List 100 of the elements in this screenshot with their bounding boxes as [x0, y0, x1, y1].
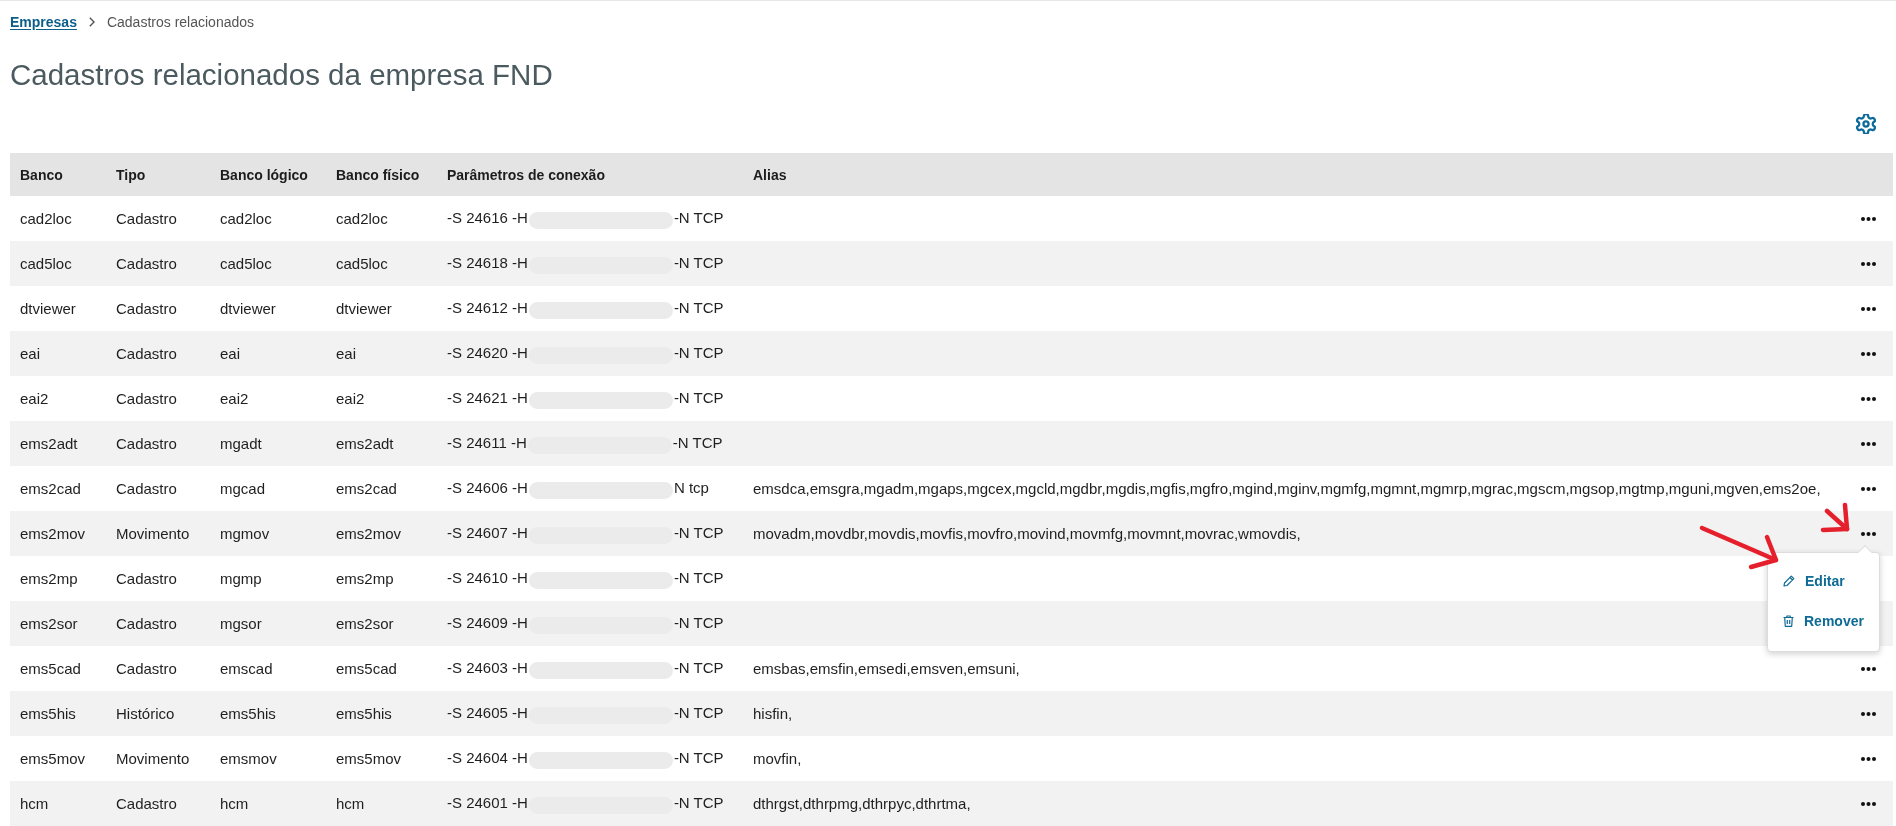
parameter-text: -S 24610 -H — [447, 568, 528, 589]
column-header: Banco físico — [336, 166, 420, 183]
table-cell: movfin, — [753, 749, 802, 767]
table-cell: ems2cad — [336, 479, 397, 497]
table-cell: ems5cad — [336, 659, 397, 677]
table-cell: ems5his — [336, 704, 392, 722]
gear-icon — [1856, 114, 1876, 134]
table-cell: ems5his — [20, 704, 76, 722]
table-cell: Cadastro — [116, 254, 177, 272]
table-cell: ems2adt — [336, 434, 394, 452]
table-cell: dtviewer — [20, 299, 76, 317]
table-cell: mgsor — [220, 614, 262, 632]
table-cell: mgmov — [220, 524, 270, 542]
table-cell: dtviewer — [220, 299, 276, 317]
ellipsis-icon — [1860, 261, 1876, 266]
table-cell: cad2loc — [336, 209, 388, 227]
table-cell: ems2mov — [20, 524, 86, 542]
parameter-text: N tcp — [673, 478, 709, 499]
table-cell: cad5loc — [20, 254, 72, 272]
parameter-text: -N TCP — [673, 208, 724, 229]
parameter-text: -S 24621 -H — [447, 388, 528, 409]
table-cell: dthrgst,dthrpmg,dthrpyc,dthrtma, — [753, 794, 971, 812]
parameter-text: -S 24605 -H — [447, 703, 528, 724]
table-cell: Cadastro — [116, 344, 177, 362]
ellipsis-icon — [1860, 396, 1876, 401]
table-cell: Histórico — [116, 704, 175, 722]
menu-item[interactable]: Editar — [1768, 561, 1879, 601]
parameter-text: -N TCP — [673, 613, 724, 634]
annotation-arrow — [1820, 502, 1850, 533]
page-title: Cadastros relacionados da empresa FND — [10, 56, 553, 93]
table-cell: Cadastro — [116, 389, 177, 407]
table-cell: emsbas,emsfin,emsedi,emsven,emsuni, — [753, 659, 1020, 677]
table-cell: Movimento — [116, 749, 190, 767]
parameter-text: -S 24609 -H — [447, 613, 528, 634]
trash-icon — [1783, 615, 1794, 627]
parameter-text: -S 24611 -H — [447, 433, 527, 454]
table-cell: Cadastro — [116, 794, 177, 812]
table-cell: Cadastro — [116, 569, 177, 587]
table-cell: Cadastro — [116, 209, 177, 227]
ellipsis-icon — [1860, 666, 1876, 671]
parameter-text: -S 24616 -H — [447, 208, 528, 229]
pencil-icon — [1783, 575, 1795, 587]
ellipsis-icon — [1860, 756, 1876, 761]
table-cell: Movimento — [116, 524, 190, 542]
parameter-text: -N TCP — [673, 568, 724, 589]
settings-button[interactable] — [1856, 114, 1876, 134]
table-cell: ems5mov — [336, 749, 402, 767]
parameter-text: -N TCP — [672, 433, 723, 454]
table-cell: Cadastro — [116, 614, 177, 632]
table-cell: hcm — [220, 794, 249, 812]
chevron-right-icon — [88, 17, 95, 27]
table-cell: ems5cad — [20, 659, 81, 677]
table-cell: hisfin, — [753, 704, 793, 722]
parameter-text: -S 24618 -H — [447, 253, 528, 274]
ellipsis-icon — [1860, 216, 1876, 221]
ellipsis-icon — [1860, 531, 1876, 536]
menu-item[interactable]: Remover — [1768, 601, 1879, 641]
parameter-text: -N TCP — [673, 388, 724, 409]
table-cell: eai2 — [336, 389, 365, 407]
table-cell: eai — [220, 344, 241, 362]
table-cell: ems2cad — [20, 479, 81, 497]
ellipsis-icon — [1860, 441, 1876, 446]
ellipsis-icon — [1860, 486, 1876, 491]
breadcrumb-current: Cadastros relacionados — [106, 12, 255, 32]
parameter-text: -N TCP — [673, 253, 724, 274]
table-cell: hcm — [336, 794, 365, 812]
parameter-text: -S 24603 -H — [447, 658, 528, 679]
column-header: Banco lógico — [220, 166, 308, 183]
table-cell: ems2mp — [20, 569, 78, 587]
table-cell: eai2 — [220, 389, 249, 407]
table-cell: movadm,movdbr,movdis,movfis,movfro,movind,movmfg,movmnt,movrac,wmovdis, — [753, 524, 1301, 542]
table-cell: ems2sor — [20, 614, 78, 632]
ellipsis-icon — [1860, 801, 1876, 806]
table-cell: ems2sor — [336, 614, 394, 632]
table-cell: ems2mov — [336, 524, 402, 542]
table-cell: emscad — [220, 659, 273, 677]
parameter-text: -N TCP — [673, 523, 724, 544]
parameter-text: -N TCP — [673, 748, 724, 769]
column-header: Parâmetros de conexão — [447, 166, 605, 183]
table-cell: ems2mp — [336, 569, 394, 587]
table-cell: Cadastro — [116, 299, 177, 317]
column-header: Banco — [20, 166, 63, 183]
column-header: Alias — [753, 166, 787, 183]
table-cell: cad2loc — [20, 209, 72, 227]
parameter-text: -S 24606 -H — [447, 478, 528, 499]
table-cell: ems2adt — [20, 434, 78, 452]
table-cell: cad5loc — [336, 254, 388, 272]
table-cell: eai — [336, 344, 357, 362]
table-cell: emsdca,emsgra,mgadm,mgaps,mgcex,mgcld,mgdbr,mgdis,mgfis,mgfro,mgind,mginv,mgmfg,mgmnt,mgmrp,mgrac,mgscm,mgsop,mgtmp,mguni,mgven,ems2oe, — [753, 479, 1821, 497]
table-cell: cad5loc — [220, 254, 272, 272]
parameter-text: -S 24601 -H — [447, 793, 528, 814]
table-cell: mgcad — [220, 479, 266, 497]
table-cell: mgmp — [220, 569, 262, 587]
table-cell: hcm — [20, 794, 49, 812]
table-cell: Cadastro — [116, 479, 177, 497]
breadcrumb-link[interactable]: Empresas — [10, 11, 77, 33]
parameter-text: -S 24620 -H — [447, 343, 528, 364]
table-cell: eai2 — [20, 389, 49, 407]
table-cell: Cadastro — [116, 434, 177, 452]
ellipsis-icon — [1860, 306, 1876, 311]
